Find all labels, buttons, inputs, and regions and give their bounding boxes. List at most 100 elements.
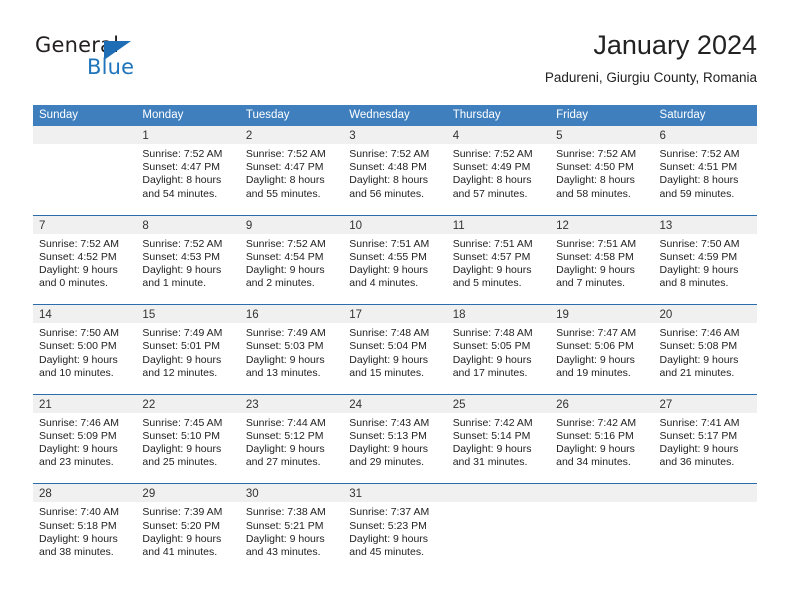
daylight-text-line1: Daylight: 9 hours	[452, 264, 532, 276]
daylight-text-line2: and 15 minutes.	[349, 366, 424, 379]
weekday-header-row: Sunday Monday Tuesday Wednesday Thursday Frid…	[33, 105, 757, 126]
sunrise-text: Sunrise: 7:52 AM	[349, 148, 430, 160]
sunrise-text: Sunrise: 7:41 AM	[659, 416, 740, 429]
day-cell[interactable]: 30 Sunrise: 7:38 AM Sunset: 5:21 PM Dayligh…	[239, 484, 344, 574]
daylight-text-line1: Daylight: 9 hours	[39, 532, 118, 545]
day-cell[interactable]: 5 Sunrise: 7:52 AM Sunset: 4:50 PM Daylight…	[550, 126, 654, 215]
sunrise-text: Sunrise: 7:52 AM	[39, 237, 119, 250]
sunset-text: Sunset: 5:14 PM	[452, 429, 531, 442]
day-cell[interactable]: 23 Sunrise: 7:44 AM Sunset: 5:12 PM Dayligh…	[239, 394, 344, 484]
daylight-text-line2: and 57 minutes.	[452, 187, 528, 200]
day-sun-info: Sunrise: 7:39 AM Sunset: 5:20 PM Daylight:…	[136, 502, 239, 559]
day-cell[interactable]: 28 Sunrise: 7:40 AM Sunset: 5:18 PM Dayligh…	[33, 484, 137, 574]
day-cell[interactable]: 19 Sunrise: 7:47 AM Sunset: 5:06 PM Dayligh…	[550, 305, 654, 394]
day-cell[interactable]: 6 Sunrise: 7:52 AM Sunset: 4:51 PM Daylight…	[653, 126, 757, 215]
day-cell[interactable]: 8 Sunrise: 7:52 AM Sunset: 4:53 PM Daylight…	[136, 215, 240, 305]
sunset-text: Sunset: 5:10 PM	[142, 429, 221, 442]
daylight-text-line2: and 45 minutes.	[349, 545, 424, 558]
day-cell[interactable]: 9 Sunrise: 7:52 AM Sunset: 4:54 PM Daylight…	[239, 215, 344, 305]
day-number-band: 23	[239, 394, 344, 413]
sunrise-text: Sunrise: 7:42 AM	[556, 416, 637, 429]
day-number: 13	[659, 219, 673, 232]
day-cell[interactable]: 22 Sunrise: 7:45 AM Sunset: 5:10 PM Dayligh…	[136, 394, 240, 484]
sunset-text: Sunset: 5:23 PM	[349, 519, 427, 532]
day-sun-info: Sunrise: 7:38 AM Sunset: 5:21 PM Daylight:…	[240, 502, 343, 559]
day-cell[interactable]: 10 Sunrise: 7:51 AM Sunset: 4:55 PM Dayligh…	[343, 215, 447, 305]
weekday-header-monday: Monday	[142, 109, 184, 121]
day-number: 9	[245, 219, 253, 232]
sunrise-text: Sunrise: 7:48 AM	[349, 327, 430, 340]
sunset-text: Sunset: 5:04 PM	[349, 340, 427, 353]
day-cell[interactable]: 24 Sunrise: 7:43 AM Sunset: 5:13 PM Dayligh…	[343, 394, 447, 484]
sunrise-text: Sunrise: 7:49 AM	[245, 327, 326, 340]
daylight-text-line1: Daylight: 9 hours	[245, 443, 325, 456]
day-number-band	[550, 484, 654, 503]
day-cell-empty	[446, 484, 551, 574]
day-sun-info: Sunrise: 7:44 AM Sunset: 5:12 PM Daylight:…	[240, 413, 343, 470]
day-cell[interactable]: 11 Sunrise: 7:51 AM Sunset: 4:57 PM Dayligh…	[446, 215, 551, 305]
daylight-text-line2: and 43 minutes.	[245, 545, 321, 558]
sunrise-text: Sunrise: 7:49 AM	[142, 327, 223, 340]
day-cell[interactable]: 18 Sunrise: 7:48 AM Sunset: 5:05 PM Dayligh…	[446, 305, 551, 394]
daylight-text-line1: Daylight: 9 hours	[39, 443, 118, 456]
day-sun-info: Sunrise: 7:40 AM Sunset: 5:18 PM Daylight:…	[33, 502, 136, 559]
sunset-text: Sunset: 5:01 PM	[142, 340, 221, 353]
day-sun-info: Sunrise: 7:47 AM Sunset: 5:06 PM Daylight:…	[550, 323, 653, 380]
day-number-band: 29	[136, 484, 240, 503]
day-cell[interactable]: 4 Sunrise: 7:52 AM Sunset: 4:49 PM Daylight…	[446, 126, 551, 215]
day-number: 27	[659, 398, 673, 411]
day-sun-info: Sunrise: 7:43 AM Sunset: 5:13 PM Daylight:…	[343, 413, 446, 470]
day-cell[interactable]: 26 Sunrise: 7:42 AM Sunset: 5:16 PM Dayligh…	[550, 394, 654, 484]
weekday-header-thursday: Thursday	[452, 109, 501, 121]
page-title: January 2024	[593, 30, 757, 60]
daylight-text-line1: Daylight: 8 hours	[659, 174, 739, 187]
daylight-text-line1: Daylight: 9 hours	[39, 353, 118, 366]
day-cell[interactable]: 17 Sunrise: 7:48 AM Sunset: 5:04 PM Dayligh…	[343, 305, 447, 394]
daylight-text-line1: Daylight: 9 hours	[245, 532, 325, 545]
sunset-text: Sunset: 4:54 PM	[245, 250, 324, 263]
day-cell[interactable]: 14 Sunrise: 7:50 AM Sunset: 5:00 PM Dayligh…	[33, 305, 137, 394]
sunrise-text: Sunrise: 7:39 AM	[142, 506, 223, 519]
daylight-text-line2: and 34 minutes.	[556, 456, 631, 469]
sunrise-text: Sunrise: 7:48 AM	[452, 327, 533, 340]
day-number-band: 4	[446, 126, 551, 144]
day-cell[interactable]: 3 Sunrise: 7:52 AM Sunset: 4:48 PM Daylight…	[343, 126, 447, 215]
day-cell[interactable]: 27 Sunrise: 7:41 AM Sunset: 5:17 PM Dayligh…	[653, 394, 757, 484]
day-cell[interactable]: 29 Sunrise: 7:39 AM Sunset: 5:20 PM Dayligh…	[136, 484, 240, 574]
sunset-text: Sunset: 5:20 PM	[142, 519, 221, 532]
day-cell[interactable]: 7 Sunrise: 7:52 AM Sunset: 4:52 PM Daylight…	[33, 215, 137, 305]
sunset-text: Sunset: 4:57 PM	[452, 250, 531, 263]
day-number: 3	[349, 130, 356, 142]
day-cell[interactable]: 16 Sunrise: 7:49 AM Sunset: 5:03 PM Dayligh…	[239, 305, 344, 394]
day-number: 17	[349, 309, 363, 322]
day-cell[interactable]: 21 Sunrise: 7:46 AM Sunset: 5:09 PM Dayligh…	[33, 394, 137, 484]
daylight-text-line2: and 54 minutes.	[142, 187, 218, 200]
day-cell[interactable]: 31 Sunrise: 7:37 AM Sunset: 5:23 PM Dayligh…	[343, 484, 447, 574]
day-number-band: 10	[343, 215, 447, 234]
sunset-text: Sunset: 4:59 PM	[659, 250, 738, 263]
day-number: 31	[349, 488, 363, 501]
day-cell[interactable]: 2 Sunrise: 7:52 AM Sunset: 4:47 PM Daylight…	[239, 126, 344, 215]
day-sun-info: Sunrise: 7:52 AM Sunset: 4:51 PM Daylight:…	[654, 144, 757, 201]
day-cell[interactable]: 20 Sunrise: 7:46 AM Sunset: 5:08 PM Dayligh…	[653, 305, 757, 394]
daylight-text-line2: and 5 minutes.	[452, 277, 522, 290]
day-number-band: 11	[446, 215, 551, 234]
sunrise-text: Sunrise: 7:52 AM	[659, 148, 740, 160]
day-cell[interactable]: 15 Sunrise: 7:49 AM Sunset: 5:01 PM Dayligh…	[136, 305, 240, 394]
daylight-text-line1: Daylight: 9 hours	[659, 353, 739, 366]
sunrise-text: Sunrise: 7:52 AM	[245, 148, 326, 160]
day-number-band: 3	[343, 126, 447, 144]
sunset-text: Sunset: 4:47 PM	[245, 161, 324, 174]
day-number-band: 16	[239, 305, 344, 324]
day-cell[interactable]: 12 Sunrise: 7:51 AM Sunset: 4:58 PM Dayligh…	[550, 215, 654, 305]
sunrise-text: Sunrise: 7:52 AM	[556, 148, 637, 160]
day-number-band: 15	[136, 305, 240, 324]
day-number-band	[33, 126, 137, 144]
daylight-text-line1: Daylight: 9 hours	[142, 532, 222, 545]
day-cell[interactable]: 25 Sunrise: 7:42 AM Sunset: 5:14 PM Dayligh…	[446, 394, 551, 484]
day-number-band: 22	[136, 394, 240, 413]
day-cell[interactable]: 13 Sunrise: 7:50 AM Sunset: 4:59 PM Dayligh…	[653, 215, 757, 305]
day-cell-empty	[653, 484, 757, 574]
sunset-text: Sunset: 4:47 PM	[142, 161, 221, 174]
day-cell[interactable]: 1 Sunrise: 7:52 AM Sunset: 4:47 PM Daylight…	[136, 126, 240, 215]
